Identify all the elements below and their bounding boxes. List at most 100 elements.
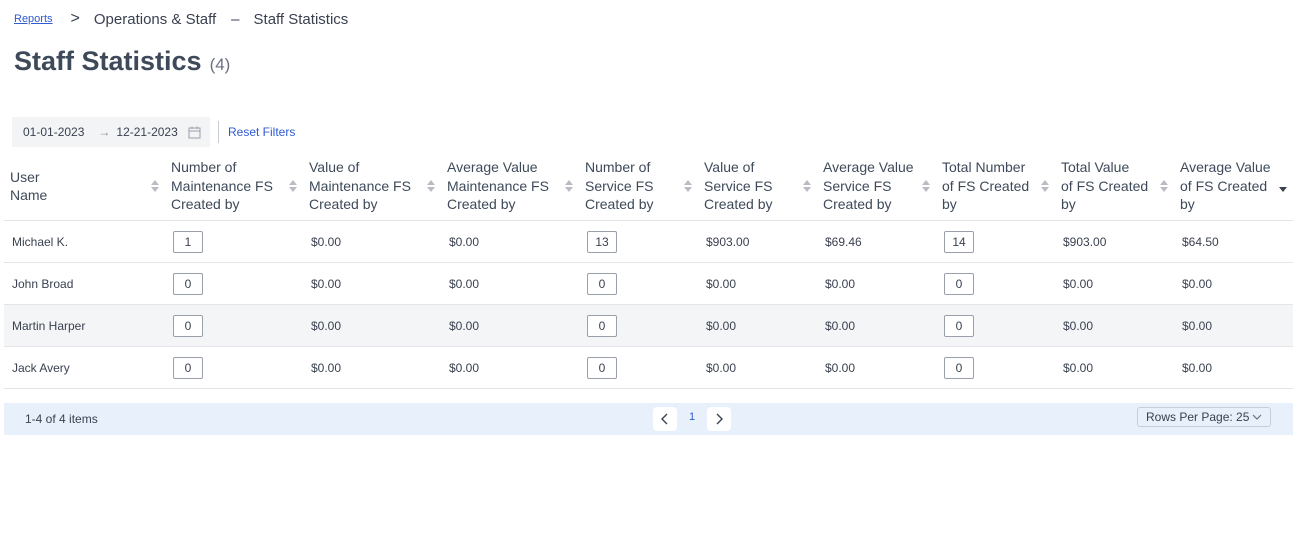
cell-user-name: Michael K. <box>4 220 165 263</box>
cell-total-value-fs: $0.00 <box>1055 346 1174 389</box>
count-link-box[interactable]: 0 <box>173 314 203 337</box>
column-header-num-maintenance-fs[interactable]: Number of Maintenance FS Created by <box>165 152 303 221</box>
user-name-text: Martin Harper <box>12 318 86 333</box>
sort-icon[interactable] <box>427 180 435 192</box>
column-header-avg-value-maintenance-fs[interactable]: Average Value Maintenance FS Created by <box>441 152 579 221</box>
column-header-line: Number of <box>585 159 651 176</box>
cell-value: $0.00 <box>1063 276 1094 291</box>
cell-total-value-fs: $0.00 <box>1055 304 1174 347</box>
cell-user-name: Martin Harper <box>4 304 165 347</box>
date-range-picker[interactable]: 01-01-2023 → 12-21-2023 <box>12 117 210 147</box>
count-link-box[interactable]: 0 <box>944 314 974 337</box>
pagination-info: 1-4 of 4 items <box>25 412 98 426</box>
count-link-box[interactable]: 0 <box>944 272 974 295</box>
cell-avg-value-service-fs: $0.00 <box>817 346 936 389</box>
breadcrumb-reports-link[interactable]: Reports <box>14 13 53 25</box>
column-header-line: by <box>1061 196 1076 213</box>
table-row[interactable]: John Broad 0 $0.00 $0.00 0 $0.00 $0.00 0 $0.00 $0… <box>4 262 1293 305</box>
column-header-label: Value of Service FS Created by <box>704 158 772 214</box>
column-header-avg-value-service-fs[interactable]: Average Value Service FS Created by <box>817 152 936 221</box>
cell-avg-value-service-fs: $0.00 <box>817 304 936 347</box>
breadcrumb-current: Staff Statistics <box>253 10 349 28</box>
cell-value-maintenance-fs: $0.00 <box>303 346 441 389</box>
cell-total-value-fs: $0.00 <box>1055 262 1174 305</box>
end-date: 12-21-2023 <box>116 125 178 139</box>
page-number-1[interactable]: 1 <box>689 411 695 423</box>
count-link-box[interactable]: 0 <box>587 272 617 295</box>
table-row[interactable]: Martin Harper 0 $0.00 $0.00 0 $0.00 $0.00 0 $0.0… <box>4 304 1293 347</box>
table-row[interactable]: Jack Avery 0 $0.00 $0.00 0 $0.00 $0.00 0 $0.00 $0… <box>4 346 1293 389</box>
cell-avg-value-maintenance-fs: $0.00 <box>441 262 579 305</box>
column-header-avg-value-fs[interactable]: Average Value of FS Created by <box>1174 152 1293 221</box>
count-link-box[interactable]: 0 <box>587 314 617 337</box>
cell-total-value-fs: $903.00 <box>1055 220 1174 263</box>
rows-per-page-select[interactable]: Rows Per Page: 25 <box>1137 407 1271 427</box>
page-header: Staff Statistics (4) <box>14 46 230 77</box>
cell-total-num-fs: 14 <box>936 220 1055 263</box>
next-page-button[interactable] <box>707 407 732 431</box>
count-link-box[interactable]: 0 <box>173 272 203 295</box>
column-header-line: Total Number <box>942 159 1026 176</box>
cell-value: $0.00 <box>1182 318 1213 333</box>
record-count: (4) <box>209 55 231 74</box>
column-header-line: by <box>1180 196 1195 213</box>
sort-icon[interactable] <box>289 180 297 192</box>
count-link-box[interactable]: 0 <box>944 356 974 379</box>
column-header-total-value-fs[interactable]: Total Value of FS Created by <box>1055 152 1174 221</box>
column-header-line: User <box>10 168 40 185</box>
staff-statistics-table: User Name Number of Maintenance FS Created b… <box>4 152 1293 389</box>
sort-icon[interactable] <box>1041 180 1049 192</box>
sort-icon[interactable] <box>1279 180 1287 192</box>
count-link-box[interactable]: 13 <box>587 230 617 253</box>
pagination-nav: 1 <box>653 407 732 431</box>
count-link-box[interactable]: 0 <box>173 356 203 379</box>
sort-icon[interactable] <box>684 180 692 192</box>
cell-total-num-fs: 0 <box>936 262 1055 305</box>
cell-value-maintenance-fs: $0.00 <box>303 262 441 305</box>
column-header-line: Name <box>10 187 48 203</box>
column-header-label: Average Value Service FS Created by <box>823 158 914 214</box>
column-header-num-service-fs[interactable]: Number of Service FS Created by <box>579 152 698 221</box>
column-header-line: of FS Created <box>1180 177 1268 194</box>
sort-icon[interactable] <box>1160 180 1168 192</box>
column-header-line: Maintenance FS <box>309 177 411 194</box>
cell-avg-value-maintenance-fs: $0.00 <box>441 346 579 389</box>
column-header-user-name[interactable]: User Name <box>4 152 165 221</box>
column-header-line: Number of <box>171 159 237 176</box>
chevron-down-icon <box>1252 414 1262 421</box>
sort-icon[interactable] <box>803 180 811 192</box>
user-name-text: John Broad <box>12 276 74 291</box>
column-header-value-maintenance-fs[interactable]: Value of Maintenance FS Created by <box>303 152 441 221</box>
column-header-total-num-fs[interactable]: Total Number of FS Created by <box>936 152 1055 221</box>
column-header-line: Created by <box>447 196 516 213</box>
cell-value: $0.00 <box>449 234 480 249</box>
count-link-box[interactable]: 1 <box>173 230 203 253</box>
column-header-value-service-fs[interactable]: Value of Service FS Created by <box>698 152 817 221</box>
count-link-box[interactable]: 14 <box>944 230 974 253</box>
sort-icon[interactable] <box>922 180 930 192</box>
cell-value: $0.00 <box>311 234 342 249</box>
reset-filters-link[interactable]: Reset Filters <box>228 125 295 139</box>
count-link-box[interactable]: 0 <box>587 356 617 379</box>
table-body: Michael K. 1 $0.00 $0.00 13 $903.00 $69.46 14 $9… <box>4 220 1293 389</box>
column-header-label: Number of Service FS Created by <box>585 158 653 214</box>
cell-num-service-fs: 0 <box>579 346 698 389</box>
sort-icon[interactable] <box>151 180 159 192</box>
rows-per-page-label: Rows Per Page: 25 <box>1146 410 1250 424</box>
cell-value: $0.00 <box>1182 360 1213 375</box>
cell-user-name: Jack Avery <box>4 346 165 389</box>
cell-value: $0.00 <box>1182 276 1213 291</box>
cell-avg-value-fs: $0.00 <box>1174 262 1293 305</box>
breadcrumb: Reports > Operations & Staff – Staff Sta… <box>14 8 348 30</box>
column-header-line: Total Value <box>1061 159 1130 176</box>
sort-icon[interactable] <box>565 180 573 192</box>
table-row[interactable]: Michael K. 1 $0.00 $0.00 13 $903.00 $69.46 14 $9… <box>4 220 1293 263</box>
calendar-icon[interactable] <box>188 126 201 139</box>
column-header-label: Total Value of FS Created by <box>1061 158 1148 214</box>
column-header-line: Average Value <box>447 159 538 176</box>
column-header-line: of FS Created <box>1061 177 1149 194</box>
date-range-arrow: → <box>98 125 111 139</box>
cell-num-maintenance-fs: 0 <box>165 262 303 305</box>
column-header-label: Total Number of FS Created by <box>942 158 1029 214</box>
prev-page-button[interactable] <box>653 407 677 431</box>
